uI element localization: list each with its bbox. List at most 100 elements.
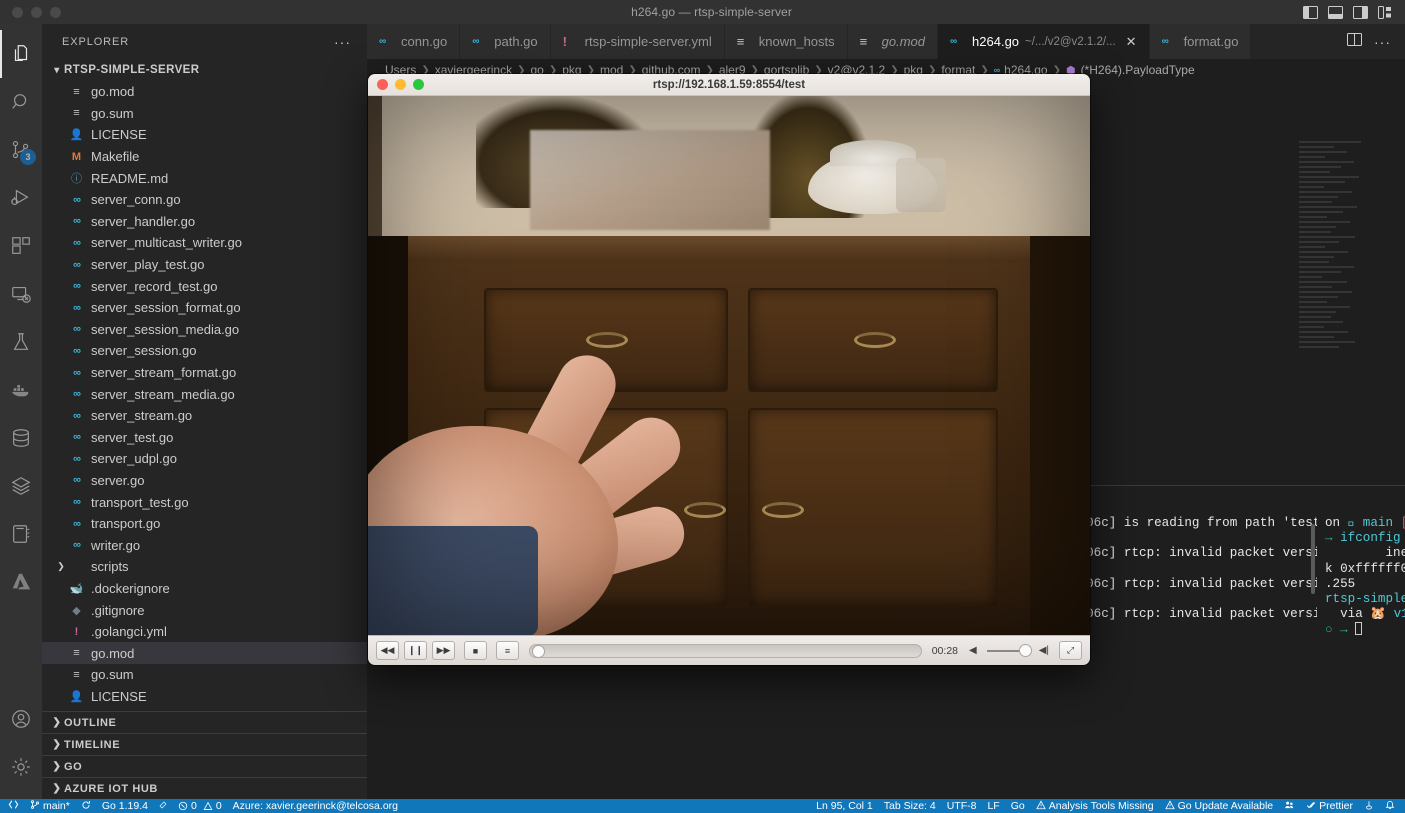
sidebar-section-timeline[interactable]: ❯ TIMELINE <box>42 733 367 755</box>
editor-tab[interactable]: ∞ conn.go <box>367 24 461 59</box>
zoom-window-button[interactable] <box>50 6 61 18</box>
status-language-mode[interactable]: Go <box>1011 800 1025 812</box>
status-azure-account[interactable]: Azure: xavier.geerinck@telcosa.org <box>233 800 398 812</box>
file-tree[interactable]: ≡ go.mod ≡ go.sum 👤 LICENSE M Makefile ⓘ README.m… <box>42 81 367 711</box>
file-tree-item[interactable]: 🐋 .dockerignore <box>42 578 367 600</box>
file-tree-item[interactable]: ∞ writer.go <box>42 534 367 556</box>
editor-tab[interactable]: ∞ format.go <box>1149 24 1252 59</box>
customize-layout-icon[interactable] <box>1378 5 1393 19</box>
status-cursor-position[interactable]: Ln 95, Col 1 <box>816 800 873 812</box>
file-tree-item[interactable]: ❯ scripts <box>42 556 367 578</box>
activity-item-testing[interactable] <box>0 318 42 366</box>
file-tree-item[interactable]: ∞ server_handler.go <box>42 211 367 233</box>
status-go-version[interactable]: Go 1.19.4 <box>102 800 148 812</box>
file-tree-item[interactable]: ∞ server_session.go <box>42 340 367 362</box>
status-branch[interactable]: main* <box>30 799 70 813</box>
sidebar-section-outline[interactable]: ❯ OUTLINE <box>42 711 367 733</box>
activity-item-extensions[interactable] <box>0 222 42 270</box>
activity-item-notebook[interactable] <box>0 510 42 558</box>
playlist-icon[interactable]: ≡ <box>496 641 519 660</box>
file-tree-item[interactable]: 👤 LICENSE <box>42 686 367 708</box>
editor-tab[interactable]: ∞ path.go <box>460 24 551 59</box>
editor-tab[interactable]: ≡ go.mod <box>847 24 939 59</box>
sidebar-section-azure-iot-hub[interactable]: ❯ AZURE IOT HUB <box>42 777 367 799</box>
file-tree-item[interactable]: ∞ server_conn.go <box>42 189 367 211</box>
activity-item-source-control[interactable]: 3 <box>0 126 42 174</box>
file-tree-item[interactable]: M Makefile <box>42 146 367 168</box>
file-tree-item[interactable]: ! .golangci.yml <box>42 621 367 643</box>
file-tree-item[interactable]: ∞ server_record_test.go <box>42 275 367 297</box>
editor-tab[interactable]: ! rtsp-simple-server.yml <box>550 24 725 59</box>
close-window-button[interactable] <box>12 6 23 18</box>
status-problems[interactable]: 00 <box>178 800 222 812</box>
status-broadcast[interactable] <box>1364 800 1374 813</box>
window-traffic-lights[interactable] <box>0 6 120 18</box>
status-go-env[interactable] <box>159 800 167 813</box>
pause-icon[interactable]: ❙❙ <box>404 641 427 660</box>
activity-item-accounts[interactable] <box>0 695 42 743</box>
status-notifications[interactable] <box>1385 799 1395 813</box>
terminal-scrollbar[interactable] <box>1311 524 1315 594</box>
activity-item-search[interactable] <box>0 78 42 126</box>
status-prettier[interactable]: Prettier <box>1306 800 1353 813</box>
status-analysis-tools[interactable]: Analysis Tools Missing <box>1036 799 1154 813</box>
editor-tab[interactable]: ≡ known_hosts <box>724 24 848 59</box>
editor-tab-bar[interactable]: ∞ conn.go ∞ path.go! rtsp-simple-server.yml ≡… <box>367 24 1405 59</box>
toggle-panel-icon[interactable] <box>1328 5 1343 19</box>
close-tab-icon[interactable]: ✕ <box>1126 34 1137 50</box>
file-tree-item[interactable]: ∞ server_session_format.go <box>42 297 367 319</box>
file-tree-item[interactable]: ∞ server_udpl.go <box>42 448 367 470</box>
status-sync[interactable] <box>81 800 91 813</box>
file-tree-item[interactable]: ∞ server_play_test.go <box>42 254 367 276</box>
volume-low-icon[interactable]: ◀ <box>969 645 977 656</box>
file-tree-item[interactable]: ⓘ README.md <box>42 167 367 189</box>
vlc-volume-slider[interactable] <box>979 643 1037 657</box>
file-tree-item[interactable]: ∞ transport.go <box>42 513 367 535</box>
status-remote-indicator[interactable] <box>8 799 19 813</box>
sidebar-section-go[interactable]: ❯ GO <box>42 755 367 777</box>
file-tree-item[interactable]: ≡ go.mod <box>42 81 367 103</box>
file-tree-item[interactable]: ∞ server_stream.go <box>42 405 367 427</box>
file-tree-item[interactable]: ∞ server_multicast_writer.go <box>42 232 367 254</box>
file-tree-item[interactable]: ≡ go.mod <box>42 642 367 665</box>
editor-minimap[interactable] <box>1299 141 1387 485</box>
status-go-update[interactable]: Go Update Available <box>1164 799 1273 813</box>
rewind-icon[interactable]: ◀◀ <box>376 641 399 660</box>
terminal-output-right[interactable]: on  main [?]→ ifconfig | grep 192.168 i… <box>1317 516 1405 813</box>
activity-item-docker[interactable] <box>0 366 42 414</box>
status-encoding[interactable]: UTF-8 <box>947 800 977 812</box>
file-tree-item[interactable]: 👤 LICENSE <box>42 124 367 146</box>
fullscreen-icon[interactable]: ⤢ <box>1059 641 1082 660</box>
editor-more-actions-icon[interactable]: ··· <box>1374 34 1391 50</box>
vlc-player-window[interactable]: rtsp://192.168.1.59:8554/test ◀◀ ❙❙ ▶▶ ■… <box>368 74 1090 665</box>
vlc-seek-knob[interactable] <box>532 644 545 658</box>
activity-item-settings-gear[interactable] <box>0 743 42 791</box>
activity-item-run-and-debug[interactable] <box>0 174 42 222</box>
activity-item-layers[interactable] <box>0 462 42 510</box>
editor-tab[interactable]: ∞ h264.go ~/.../v2@v2.1.2/... ✕ <box>938 24 1150 59</box>
minimize-window-button[interactable] <box>31 6 42 18</box>
status-eol[interactable]: LF <box>987 800 999 812</box>
toggle-secondary-sidebar-icon[interactable] <box>1353 5 1368 19</box>
file-tree-item[interactable]: ≡ go.sum <box>42 103 367 125</box>
activity-item-database[interactable] <box>0 414 42 462</box>
file-tree-item[interactable]: ≡ go.sum <box>42 664 367 686</box>
file-tree-item[interactable]: ∞ server.go <box>42 470 367 492</box>
toggle-primary-sidebar-icon[interactable] <box>1303 5 1318 19</box>
vlc-video-surface[interactable] <box>368 96 1090 635</box>
file-tree-item[interactable]: ∞ transport_test.go <box>42 491 367 513</box>
activity-item-explorer[interactable] <box>0 30 42 78</box>
file-tree-item[interactable]: ∞ server_session_media.go <box>42 319 367 341</box>
split-editor-icon[interactable] <box>1347 32 1362 51</box>
file-tree-item[interactable]: ∞ server_test.go <box>42 427 367 449</box>
vlc-seek-bar[interactable] <box>529 643 922 658</box>
activity-item-azure[interactable] <box>0 558 42 606</box>
workspace-root-row[interactable]: ▾ RTSP-SIMPLE-SERVER <box>42 59 367 81</box>
breadcrumb-symbol[interactable]: (*H264).PayloadType <box>1081 63 1195 77</box>
explorer-more-actions-icon[interactable]: ··· <box>334 34 351 50</box>
volume-high-icon[interactable]: ◀| <box>1039 645 1049 656</box>
stop-icon[interactable]: ■ <box>464 641 487 660</box>
status-live-share[interactable] <box>1284 800 1295 813</box>
file-tree-item[interactable]: ◆ .gitignore <box>42 599 367 621</box>
fast-forward-icon[interactable]: ▶▶ <box>432 641 455 660</box>
